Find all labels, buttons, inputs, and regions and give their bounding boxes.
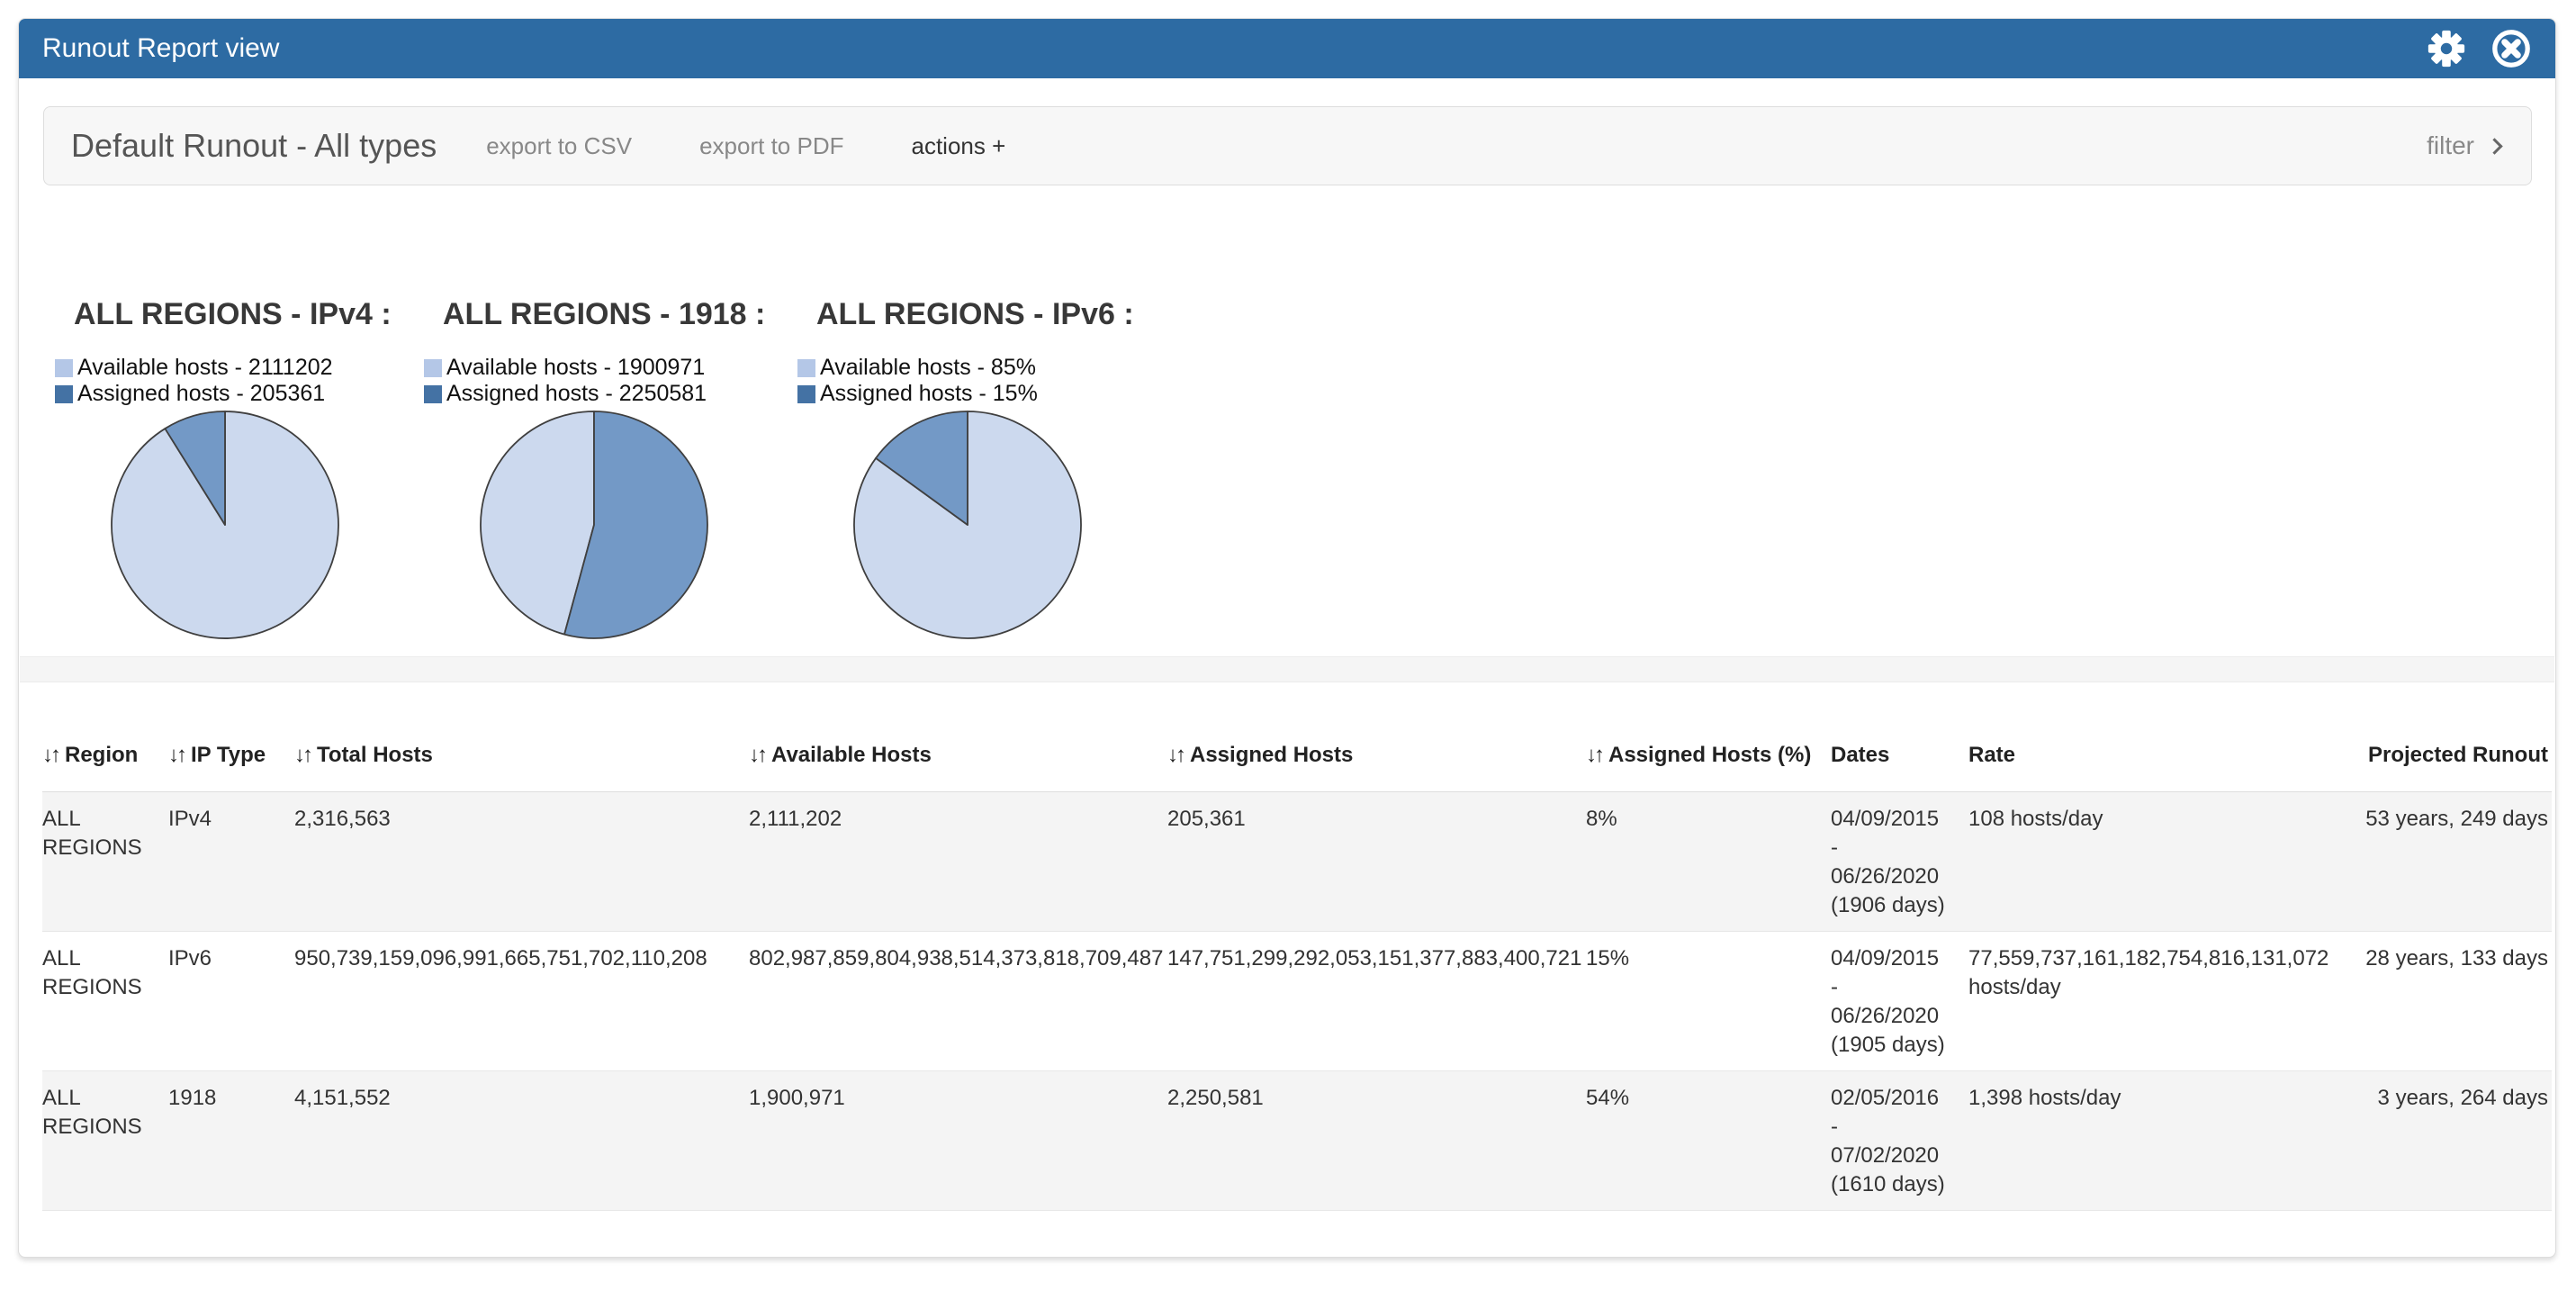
col-header-assigned-hosts[interactable]: ↓↑Assigned Hosts (1167, 730, 1586, 792)
legend-label: Assigned hosts - 205361 (77, 381, 325, 407)
cell-available-hosts: 2,111,202 (749, 792, 1167, 932)
legend-label: Available hosts - 1900971 (446, 355, 705, 381)
section-divider (20, 656, 2554, 682)
window-title: Runout Report view (42, 33, 279, 64)
legend-swatch-available (55, 359, 73, 377)
sort-icon: ↓↑ (1586, 743, 1602, 767)
gear-icon[interactable] (2426, 28, 2467, 69)
col-header-dates: Dates (1831, 730, 1968, 792)
close-circle-icon[interactable] (2490, 28, 2532, 69)
legend-swatch-assigned (424, 385, 442, 403)
cell-rate: 1,398 hosts/day (1968, 1071, 2363, 1211)
cell-ip-type: IPv4 (168, 792, 294, 932)
legend-label: Available hosts - 2111202 (77, 355, 333, 381)
report-toolbar: Default Runout - All types export to CSV… (43, 106, 2532, 185)
cell-region: ALL REGIONS (42, 792, 168, 932)
legend-swatch-assigned (55, 385, 73, 403)
cell-available-hosts: 802,987,859,804,938,514,373,818,709,487 (749, 932, 1167, 1071)
cell-assigned-hosts-pct: 8% (1586, 792, 1831, 932)
sort-icon: ↓↑ (42, 743, 59, 767)
cell-dates: 04/09/2015 - 06/26/2020 (1906 days) (1831, 792, 1968, 932)
sort-icon: ↓↑ (749, 743, 765, 767)
cell-ip-type: IPv6 (168, 932, 294, 1071)
export-csv-link[interactable]: export to CSV (486, 132, 632, 160)
cell-ip-type: 1918 (168, 1071, 294, 1211)
cell-region: ALL REGIONS (42, 1071, 168, 1211)
legend-item: Assigned hosts - 205361 (55, 381, 419, 407)
cell-assigned-hosts: 205,361 (1167, 792, 1586, 932)
chart-title: ALL REGIONS - 1918 : (424, 296, 788, 333)
titlebar-icons (2426, 28, 2532, 69)
table-header: ↓↑Region↓↑IP Type↓↑Total Hosts↓↑Availabl… (42, 730, 2552, 792)
chart-title: ALL REGIONS - IPv4 : (55, 296, 419, 333)
sort-icon: ↓↑ (168, 743, 185, 767)
col-header-assigned-hosts-pct[interactable]: ↓↑Assigned Hosts (%) (1586, 730, 1831, 792)
legend-swatch-available (424, 359, 442, 377)
legend-item: Available hosts - 85% (797, 355, 1162, 381)
chart-title: ALL REGIONS - IPv6 : (797, 296, 1162, 333)
runout-table: ↓↑Region↓↑IP Type↓↑Total Hosts↓↑Availabl… (42, 730, 2552, 1211)
legend-swatch-assigned (797, 385, 815, 403)
col-header-ip-type[interactable]: ↓↑IP Type (168, 730, 294, 792)
cell-assigned-hosts-pct: 54% (1586, 1071, 1831, 1211)
sort-icon: ↓↑ (294, 743, 311, 767)
window-titlebar: Runout Report view (19, 19, 2555, 78)
cell-total-hosts: 2,316,563 (294, 792, 749, 932)
cell-available-hosts: 1,900,971 (749, 1071, 1167, 1211)
legend-label: Available hosts - 85% (820, 355, 1036, 381)
cell-dates: 02/05/2016 - 07/02/2020 (1610 days) (1831, 1071, 1968, 1211)
pie-chart-1918: ALL REGIONS - 1918 : Available hosts - 1… (424, 296, 788, 641)
cell-rate: 108 hosts/day (1968, 792, 2363, 932)
chart-legend: Available hosts - 85% Assigned hosts - 1… (797, 355, 1162, 407)
legend-item: Assigned hosts - 15% (797, 381, 1162, 407)
legend-item: Available hosts - 1900971 (424, 355, 788, 381)
legend-swatch-available (797, 359, 815, 377)
cell-assigned-hosts: 147,751,299,292,053,151,377,883,400,721 (1167, 932, 1586, 1071)
cell-assigned-hosts: 2,250,581 (1167, 1071, 1586, 1211)
col-header-region[interactable]: ↓↑Region (42, 730, 168, 792)
cell-rate: 77,559,737,161,182,754,816,131,072 hosts… (1968, 932, 2363, 1071)
pie-svg (109, 409, 341, 641)
legend-label: Assigned hosts - 2250581 (446, 381, 707, 407)
legend-label: Assigned hosts - 15% (820, 381, 1038, 407)
filter-label: filter (2427, 131, 2474, 160)
cell-dates: 04/09/2015 - 06/26/2020 (1905 days) (1831, 932, 1968, 1071)
table-row: ALL REGIONSIPv6950,739,159,096,991,665,7… (42, 932, 2552, 1071)
pie-chart-ipv4: ALL REGIONS - IPv4 : Available hosts - 2… (55, 296, 419, 641)
col-header-rate: Rate (1968, 730, 2363, 792)
col-header-total-hosts[interactable]: ↓↑Total Hosts (294, 730, 749, 792)
pie-chart-ipv6: ALL REGIONS - IPv6 : Available hosts - 8… (797, 296, 1162, 641)
sort-icon: ↓↑ (1167, 743, 1184, 767)
table-row: ALL REGIONSIPv42,316,5632,111,202205,361… (42, 792, 2552, 932)
cell-assigned-hosts-pct: 15% (1586, 932, 1831, 1071)
cell-projected-runout: 28 years, 133 days (2363, 932, 2552, 1071)
cell-total-hosts: 950,739,159,096,991,665,751,702,110,208 (294, 932, 749, 1071)
legend-item: Assigned hosts - 2250581 (424, 381, 788, 407)
chart-legend: Available hosts - 1900971 Assigned hosts… (424, 355, 788, 407)
filter-toggle[interactable]: filter (2427, 131, 2504, 160)
export-pdf-link[interactable]: export to PDF (699, 132, 843, 160)
report-title: Default Runout - All types (71, 127, 437, 165)
cell-region: ALL REGIONS (42, 932, 168, 1071)
cell-total-hosts: 4,151,552 (294, 1071, 749, 1211)
col-header-projected-runout: Projected Runout (2363, 730, 2552, 792)
chevron-right-icon (2486, 138, 2502, 154)
pie-svg (478, 409, 710, 641)
runout-report-panel: Runout Report view (18, 18, 2556, 1258)
col-header-available-hosts[interactable]: ↓↑Available Hosts (749, 730, 1167, 792)
actions-menu-button[interactable]: actions + (911, 132, 1005, 160)
cell-projected-runout: 53 years, 249 days (2363, 792, 2552, 932)
chart-legend: Available hosts - 2111202 Assigned hosts… (55, 355, 419, 407)
pie-svg (851, 409, 1084, 641)
cell-projected-runout: 3 years, 264 days (2363, 1071, 2552, 1211)
legend-item: Available hosts - 2111202 (55, 355, 419, 381)
table-row: ALL REGIONS19184,151,5521,900,9712,250,5… (42, 1071, 2552, 1211)
